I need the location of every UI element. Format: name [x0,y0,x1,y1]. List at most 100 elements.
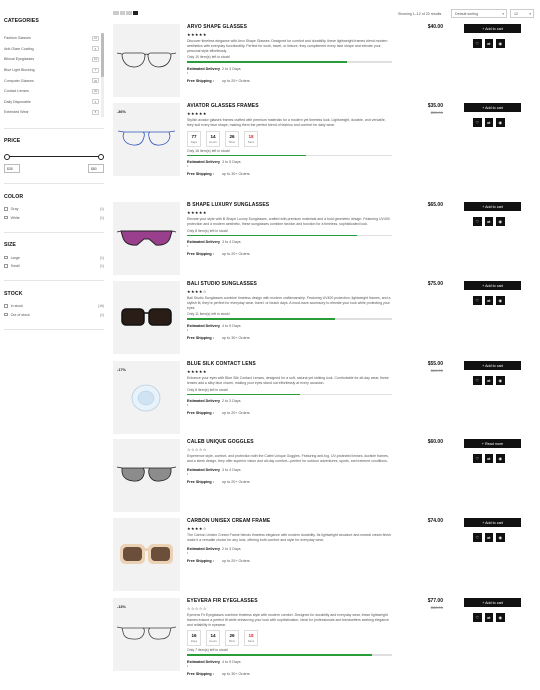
product-image[interactable] [113,202,180,275]
compare-icon[interactable]: ⇄ [484,376,493,385]
product-name[interactable]: ARVO SHAPE GLASSES [187,24,392,30]
add-to-cart-button[interactable]: + Add to cart [464,518,521,527]
heart-icon[interactable]: ♡ [473,217,482,226]
list-view-icon[interactable] [132,11,138,15]
product-image[interactable]: -17% [113,361,180,434]
compare-icon[interactable]: ⇄ [484,533,493,542]
heart-icon[interactable]: ♡ [473,454,482,463]
category-item[interactable]: Bifocal Eyeglasses 10 [4,54,101,65]
countdown-hours-label: Hours [209,139,217,144]
sort-select[interactable]: Default sorting [451,9,507,18]
product-name[interactable]: BLUE SILK CONTACT LENS [187,361,392,367]
countdown-hours-label: Hours [209,639,217,644]
countdown-timer: 77 Days 14 Hours 26 Mins 18 Secs [187,130,392,147]
size-option[interactable]: Small (1) [4,262,104,271]
add-to-cart-button[interactable]: + Add to cart [464,281,521,290]
free-shipping-value: up to 20+ Orders [222,558,250,563]
rating-stars: ★★★★★ [187,111,207,116]
estimated-delivery: Estimated Delivery :3 to 5 Days [187,160,392,168]
grid-2-icon[interactable] [113,11,119,15]
heart-icon[interactable]: ♡ [473,533,482,542]
checkbox[interactable] [4,264,8,268]
product-name[interactable]: EYEVERA FIR EYEGLASSES [187,598,392,604]
checkbox[interactable] [4,207,8,211]
compare-icon[interactable]: ⇄ [484,454,493,463]
size-option[interactable]: Large (1) [4,253,104,262]
product-photo [116,123,177,155]
checkbox[interactable] [4,255,8,260]
price-min-input[interactable]: $35 [4,164,20,174]
category-item[interactable]: Blue Light Blocking 7 [4,65,101,76]
category-item[interactable]: Computer Glasses 20 [4,75,101,86]
eye-icon[interactable]: ◉ [496,118,505,127]
product-image[interactable] [113,24,180,97]
eye-icon[interactable]: ◉ [496,613,505,622]
category-scrollbar[interactable] [101,33,104,117]
grid-4-icon[interactable] [126,11,132,15]
price-max-handle[interactable] [98,153,104,160]
product-name[interactable]: CARBON UNISEX CREAM FRAME [187,518,392,524]
compare-icon[interactable]: ⇄ [484,613,493,622]
category-label: Blue Light Blocking [4,68,35,73]
divider [4,127,104,129]
price-max-input[interactable]: $80 [88,164,104,174]
checkbox[interactable] [4,304,8,308]
product-name[interactable]: BALI STUDIO SUNGLASSES [187,281,392,287]
heart-icon[interactable]: ♡ [473,376,482,385]
checkbox[interactable] [4,215,8,220]
compare-icon[interactable]: ⇄ [484,118,493,127]
countdown-timer: 16 Days 14 Hours 26 Mins 18 Secs [187,630,392,647]
product-name[interactable]: AVIATOR GLASSES FRAMES [187,103,392,109]
category-item[interactable]: Anti-Glare Coating 5 [4,44,101,55]
add-to-cart-button[interactable]: + Add to cart [464,24,521,33]
product-image[interactable]: -13% [113,598,180,671]
product-image[interactable] [113,281,180,354]
estimated-delivery: Estimated Delivery :4 to 5 Days [187,660,392,668]
eye-icon[interactable]: ◉ [496,454,505,463]
category-item[interactable]: Extended Wear 8 [4,107,101,118]
eye-icon[interactable]: ◉ [496,39,505,48]
eye-icon[interactable]: ◉ [496,533,505,542]
category-item[interactable]: Fashion Glasses 10 [4,33,101,44]
product-name[interactable]: B SHAPE LUXURY SUNGLASSES [187,202,392,208]
heart-icon[interactable]: ♡ [473,613,482,622]
compare-icon[interactable]: ⇄ [484,217,493,226]
add-to-cart-button[interactable]: + Read more [464,439,521,448]
stock-option-label-wrap: Out of stock [4,313,30,317]
heart-icon[interactable]: ♡ [473,296,482,305]
grid-3-icon[interactable] [119,11,125,15]
heart-icon[interactable]: ♡ [473,118,482,127]
color-option[interactable]: Gray (1) [4,205,104,214]
add-to-cart-button[interactable]: + Add to cart [464,103,521,112]
price-min-handle[interactable] [4,153,10,160]
per-page-select[interactable]: 12 [510,9,534,18]
category-count: 20 [92,78,99,84]
category-item[interactable]: Daily Disposable 6 [4,97,101,108]
eye-icon[interactable]: ◉ [496,296,505,305]
product-info: CALEB UNIQUE GOGGLES ☆☆☆☆☆ Experience styl… [187,439,392,484]
compare-icon[interactable]: ⇄ [484,39,493,48]
product-name[interactable]: CALEB UNIQUE GOGGLES [187,439,392,445]
product-card: -17% BLUE SILK CONTACT LENS ★★★★★ Enhance y… [113,361,537,441]
add-to-cart-button[interactable]: + Add to cart [464,202,521,211]
category-item[interactable]: Contact Lenses 20 [4,86,101,97]
product-image[interactable]: -36% [113,103,180,176]
product-card: CALEB UNIQUE GOGGLES ☆☆☆☆☆ Experience styl… [113,439,537,519]
checkbox[interactable] [4,312,8,317]
product-description: Stylish aviator glasses frames crafted w… [187,118,386,127]
stock-option[interactable]: In stock (16) [4,302,104,311]
product-actions: ♡ ⇄ ◉ [473,376,505,385]
eye-icon[interactable]: ◉ [496,376,505,385]
price-range-slider[interactable] [4,152,104,162]
product-image[interactable] [113,439,180,512]
heart-icon[interactable]: ♡ [473,39,482,48]
stock-option[interactable]: Out of stock (1) [4,310,104,319]
countdown-secs-label: Secs [247,639,255,644]
add-to-cart-button[interactable]: + Add to cart [464,361,521,370]
color-option[interactable]: White (1) [4,213,104,222]
product-image[interactable] [113,518,180,591]
eye-icon[interactable]: ◉ [496,217,505,226]
category-count: 7 [92,67,99,73]
compare-icon[interactable]: ⇄ [484,296,493,305]
add-to-cart-button[interactable]: + Add to cart [464,598,521,607]
